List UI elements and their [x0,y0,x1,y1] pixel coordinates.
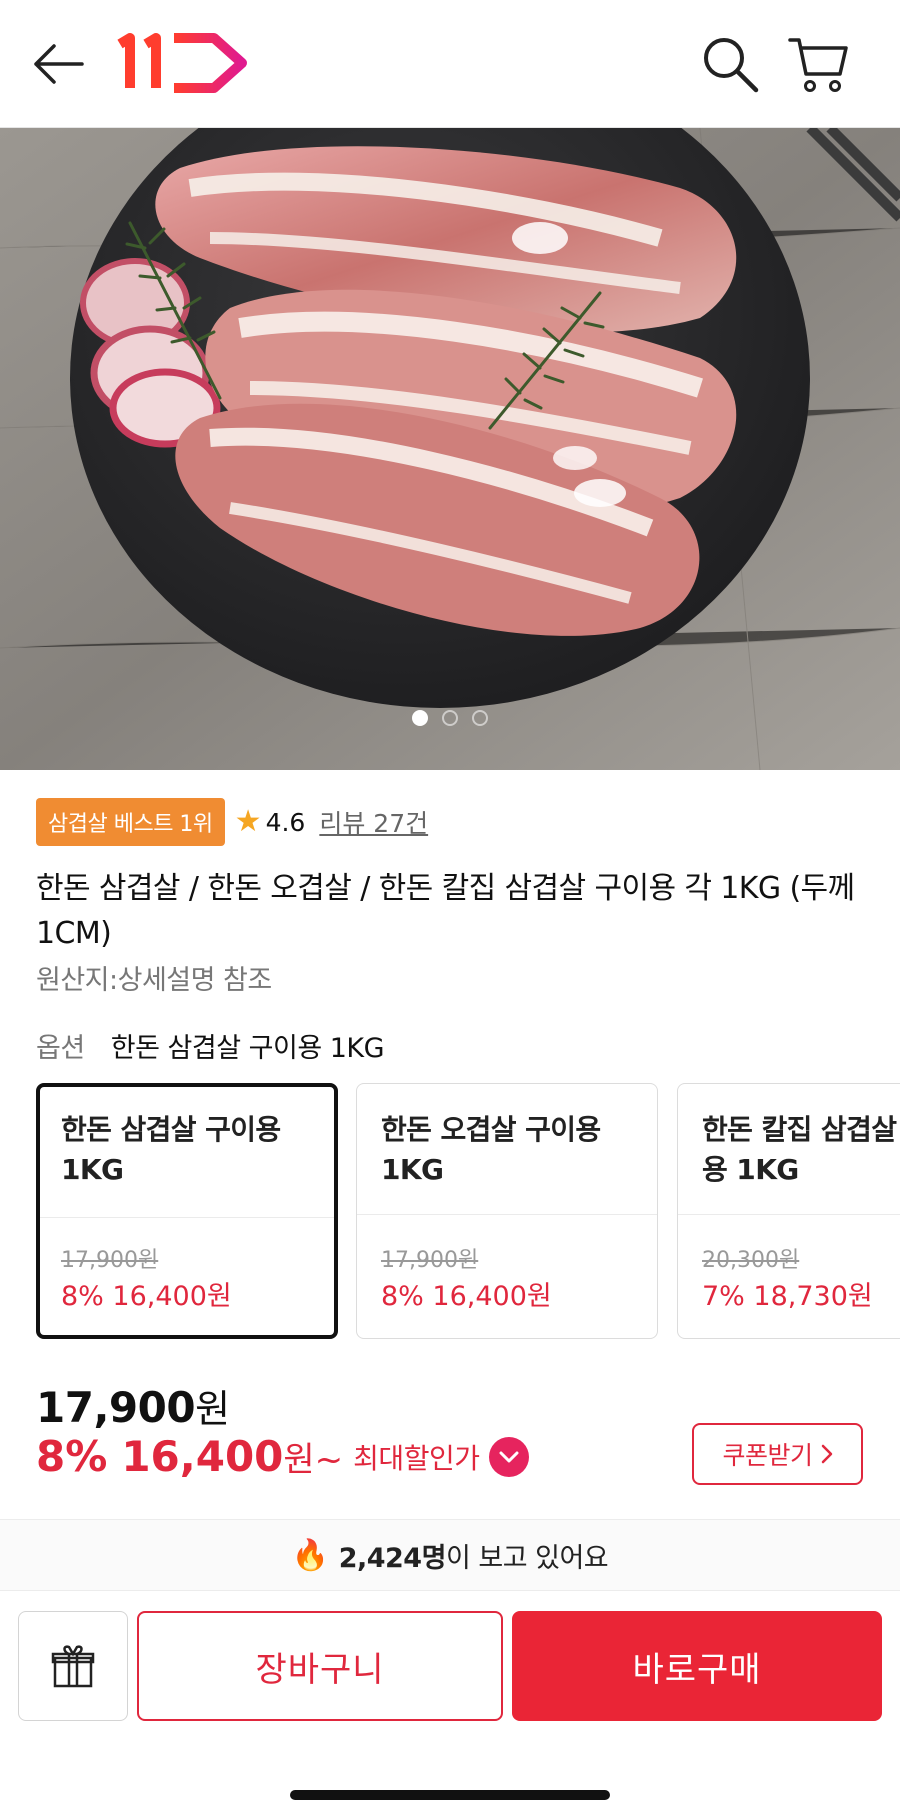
viewer-count: 2,424명 [338,1542,447,1574]
pork-belly-photo [0,128,900,770]
option-card-2[interactable]: 한돈 오겹살 구이용 1KG 17,900원 8% 16,400원 [356,1083,658,1339]
viewer-text: 이 보고 있어요 [445,1542,609,1574]
option-label: 옵션 [36,1033,85,1064]
gift-button[interactable] [18,1611,128,1721]
product-image-gallery[interactable] [0,128,900,770]
search-icon [704,38,759,93]
original-price: 17,900원 [36,1378,230,1433]
pagination-dot[interactable] [442,710,458,726]
option-value: 한돈 삼겹살 구이용 1KG [110,1033,385,1064]
max-discount-label[interactable]: 최대할인가 [353,1437,480,1477]
option-sale-price: 8% 16,400원 [61,1281,232,1312]
top-header [0,0,900,128]
original-price-unit: 원 [195,1387,230,1431]
option-sale-price: 7% 18,730원 [702,1281,873,1312]
sale-price-suffix: 원~ [283,1440,344,1480]
option-original-price: 17,900원 [61,1248,159,1273]
card-divider [357,1214,657,1215]
product-title: 한돈 삼겹살 / 한돈 오겹살 / 한돈 칼집 삼겹살 구이용 각 1KG (두… [36,871,855,951]
rating-value: 4.6 [265,807,306,837]
pagination-dot[interactable] [412,710,428,726]
buy-now-button[interactable]: 바로구매 [512,1611,882,1721]
best-seller-badge: 삼겹살 베스트 1위 [36,798,225,846]
coupon-button[interactable]: 쿠폰받기 [692,1423,863,1485]
cart-button[interactable] [786,32,850,96]
selected-option-row: 옵션 한돈 삼겹살 구이용 1KG [36,1026,385,1065]
original-price-amount: 17,900 [36,1383,196,1432]
product-meta-row: 삼겹살 베스트 1위 ★ 4.6 리뷰 27건 [36,798,876,846]
sale-price-amount: 16,400 [121,1432,284,1481]
sale-rate: 8% [36,1432,108,1481]
gift-icon [51,1645,95,1688]
coupon-button-label: 쿠폰받기 [722,1441,813,1470]
review-count-link[interactable]: 리뷰 27건 [319,804,428,840]
option-cards: 한돈 삼겹살 구이용 1KG 17,900원 8% 16,400원 한돈 오겹살… [36,1083,900,1339]
bottom-action-bar: 장바구니 바로구매 [0,1591,900,1816]
option-name: 한돈 삼겹살 구이용 1KG [61,1113,281,1186]
sale-price-row: 8% 16,400 원~ 최대할인가 [36,1432,530,1481]
cart-icon [788,38,848,92]
max-discount-toggle[interactable] [489,1436,530,1477]
pagination-dot[interactable] [472,710,488,726]
add-to-cart-button[interactable]: 장바구니 [137,1611,503,1721]
arrow-left-icon [34,44,84,84]
chevron-down-icon [499,1451,519,1462]
search-button[interactable] [700,34,760,94]
option-original-price: 20,300원 [702,1248,800,1273]
gallery-pagination [0,710,900,726]
option-name: 한돈 칼집 삼겹살 구이용 1KG [702,1113,900,1186]
card-divider [678,1214,900,1215]
option-original-price: 17,900원 [381,1248,479,1273]
option-name: 한돈 오겹살 구이용 1KG [381,1113,601,1186]
home-indicator [290,1790,610,1800]
live-viewers-bar: 🔥 2,424명 이 보고 있어요 [0,1519,900,1591]
card-divider [40,1217,334,1218]
fire-icon: 🔥 [291,1537,329,1573]
option-card-3[interactable]: 한돈 칼집 삼겹살 구이용 1KG 20,300원 7% 18,730원 [677,1083,900,1339]
option-card-1[interactable]: 한돈 삼겹살 구이용 1KG 17,900원 8% 16,400원 [36,1083,338,1339]
star-icon: ★ [234,804,262,839]
option-sale-price: 8% 16,400원 [381,1281,552,1312]
back-button[interactable] [28,36,88,92]
chevron-right-icon [821,1444,832,1464]
origin-text: 원산지:상세설명 참조 [36,965,272,996]
brand-logo[interactable] [116,30,251,96]
